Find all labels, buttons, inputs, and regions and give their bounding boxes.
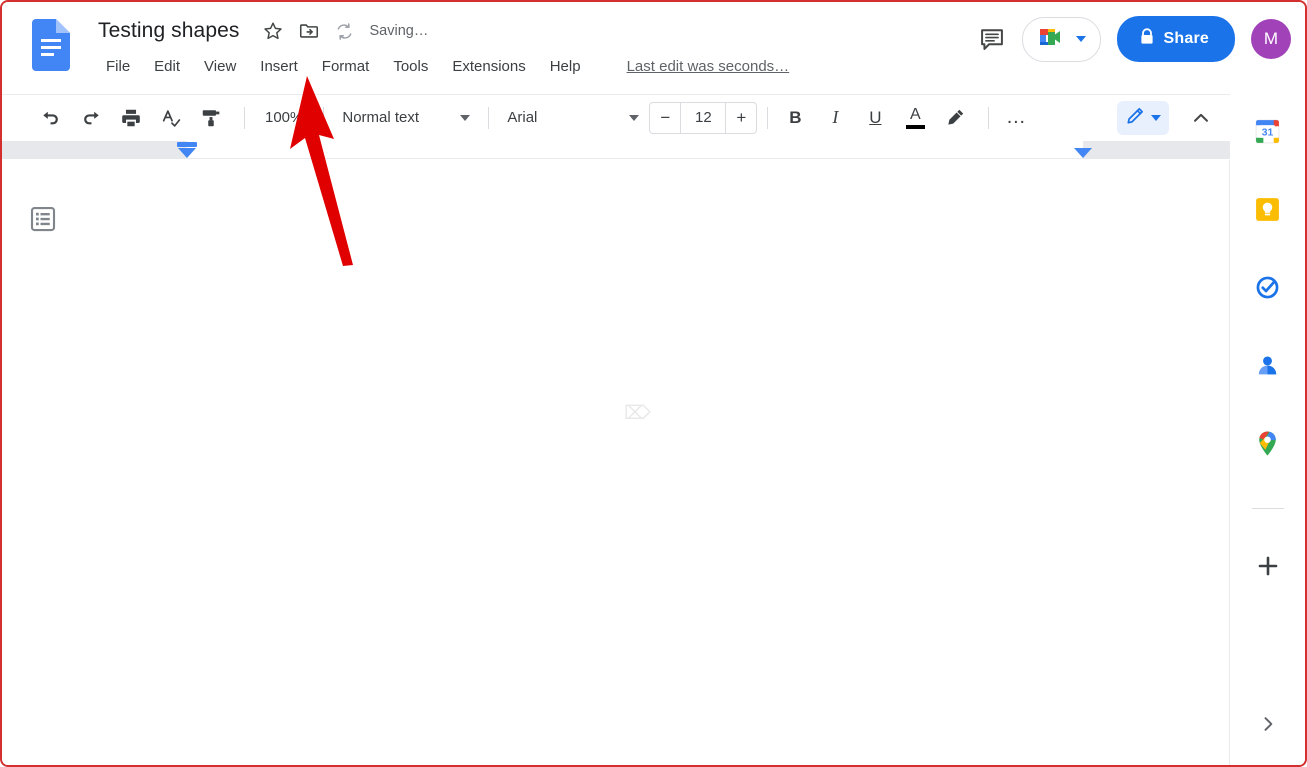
menu-item-edit[interactable]: Edit (142, 56, 192, 77)
google-tasks-icon[interactable] (1253, 272, 1283, 302)
increase-font-size-button[interactable]: + (726, 103, 756, 133)
google-meet-button[interactable] (1021, 16, 1101, 62)
formatting-toolbar: 100% Normal text Arial − 12 + B I U A … (2, 94, 1305, 140)
chevron-down-icon (1075, 36, 1086, 42)
text-color-swatch (905, 124, 925, 129)
star-outline-icon[interactable] (258, 16, 288, 46)
share-button-label: Share (1163, 30, 1209, 47)
ruler-right-margin (1083, 141, 1230, 159)
menu-item-insert[interactable]: Insert (248, 56, 310, 77)
google-contacts-icon[interactable] (1253, 350, 1283, 380)
font-family-value: Arial (507, 109, 538, 126)
google-docs-icon[interactable] (32, 19, 70, 71)
paragraph-style-value: Normal text (342, 109, 420, 126)
chevron-down-icon (629, 114, 640, 121)
share-button[interactable]: Share (1116, 16, 1235, 62)
font-size-stepper: − 12 + (649, 101, 758, 134)
side-panel: 31 (1230, 94, 1305, 765)
undo-icon[interactable] (34, 101, 68, 135)
move-to-folder-icon[interactable] (294, 16, 324, 46)
bold-button[interactable]: B (778, 101, 812, 135)
menu-item-tools[interactable]: Tools (381, 56, 440, 77)
toolbar-right-group (1117, 100, 1219, 135)
chevron-down-icon (1151, 114, 1161, 121)
pencil-icon (1125, 104, 1147, 131)
google-meet-icon (1035, 25, 1063, 54)
right-indent-marker[interactable] (1074, 148, 1092, 158)
page-title[interactable]: Testing shapes (98, 19, 258, 43)
lock-icon (1139, 27, 1155, 51)
comment-icon[interactable] (970, 17, 1014, 61)
ruler[interactable] (2, 141, 1230, 159)
last-edit-link[interactable]: Last edit was seconds… (627, 58, 790, 75)
avatar[interactable]: M (1251, 19, 1291, 59)
menu-item-file[interactable]: File (98, 56, 142, 77)
underline-button[interactable]: U (858, 101, 892, 135)
menu-item-extensions[interactable]: Extensions (440, 56, 537, 77)
zoom-level[interactable]: 100% (255, 104, 313, 131)
google-docs-window: Testing shapes Saving… File Edit View In… (0, 0, 1307, 767)
title-row: Testing shapes Saving… (98, 16, 428, 46)
document-canvas[interactable]: ⌦ (2, 160, 1230, 765)
toolbar-divider (767, 106, 769, 129)
text-cursor-ibeam: ⌦ (624, 403, 651, 424)
toolbar-divider (323, 106, 325, 129)
text-color-label: A (910, 105, 921, 123)
header-actions: Share M (970, 16, 1291, 62)
toolbar-divider (244, 106, 245, 129)
more-options-button[interactable]: … (999, 101, 1033, 135)
document-outline-icon[interactable] (28, 204, 58, 234)
paragraph-style-dropdown[interactable]: Normal text (334, 102, 478, 134)
chevron-right-icon[interactable] (1253, 709, 1283, 739)
menu-item-format[interactable]: Format (310, 56, 382, 77)
paint-format-icon[interactable] (194, 101, 228, 135)
google-maps-icon[interactable] (1253, 428, 1283, 458)
left-indent-triangle (178, 148, 196, 158)
font-family-dropdown[interactable]: Arial (499, 102, 647, 134)
print-icon[interactable] (114, 101, 148, 135)
left-indent-bar (177, 142, 197, 147)
save-status: Saving… (369, 23, 429, 39)
italic-button[interactable]: I (818, 101, 852, 135)
app-header: Testing shapes Saving… File Edit View In… (2, 2, 1305, 90)
left-indent-marker[interactable] (177, 142, 197, 158)
sync-icon (330, 16, 360, 46)
menu-item-help[interactable]: Help (538, 56, 593, 77)
decrease-font-size-button[interactable]: − (650, 103, 680, 133)
menu-item-view[interactable]: View (192, 56, 248, 77)
google-calendar-icon[interactable]: 31 (1253, 116, 1283, 146)
svg-text:31: 31 (1262, 127, 1274, 138)
google-keep-icon[interactable] (1253, 194, 1283, 224)
editing-mode-button[interactable] (1117, 100, 1169, 135)
ruler-left-margin (2, 141, 187, 159)
toolbar-divider (988, 106, 990, 129)
text-color-button[interactable]: A (898, 101, 932, 135)
collapse-toolbar-button[interactable] (1183, 101, 1219, 135)
sidebar-divider (1251, 508, 1284, 509)
add-on-button[interactable] (1251, 549, 1285, 583)
toolbar-divider (488, 106, 490, 129)
highlight-pen-icon[interactable] (938, 101, 972, 135)
font-size-input[interactable]: 12 (680, 102, 727, 133)
menu-bar: File Edit View Insert Format Tools Exten… (98, 56, 789, 77)
chevron-down-icon (460, 114, 471, 121)
redo-icon[interactable] (74, 101, 108, 135)
spellcheck-icon[interactable] (154, 101, 188, 135)
